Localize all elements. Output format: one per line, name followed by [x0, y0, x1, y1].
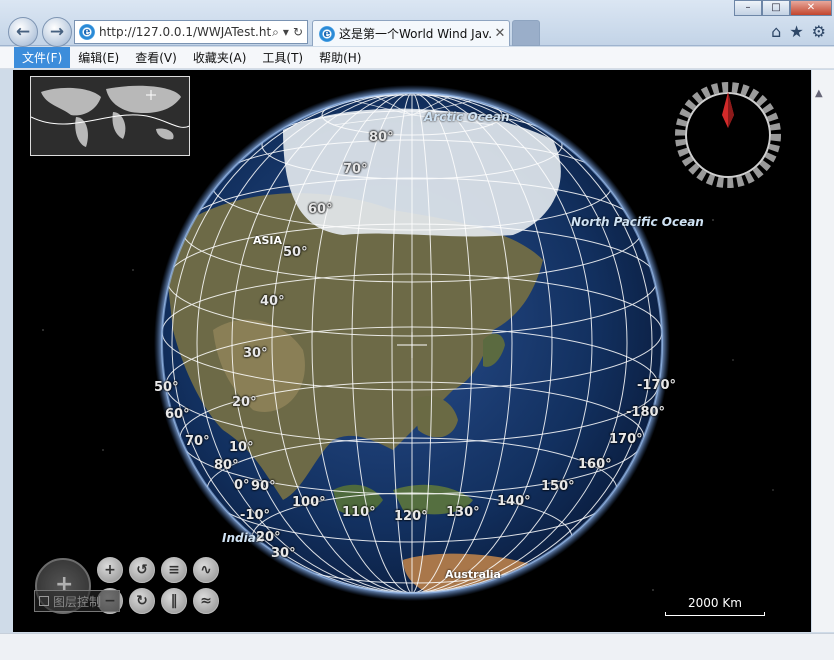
- menu-bar: 文件(F) 编辑(E) 查看(V) 收藏夹(A) 工具(T) 帮助(H): [0, 47, 834, 69]
- address-bar[interactable]: e http://127.0.0.1/WWJATest.ht ⌕ ▾ ↻: [74, 20, 308, 44]
- lon-label: 160°: [578, 457, 612, 472]
- scale-bar: 2000 Km: [663, 596, 767, 616]
- north-pacific-label: North Pacific Ocean: [571, 215, 704, 229]
- maximize-button[interactable]: □: [762, 0, 790, 16]
- dropdown-icon[interactable]: ▾: [283, 25, 289, 40]
- browser-chrome: ← → e http://127.0.0.1/WWJATest.ht ⌕ ▾ ↻…: [0, 0, 834, 47]
- australia-label: Australia: [445, 568, 501, 581]
- search-icon[interactable]: ⌕: [272, 25, 279, 40]
- lon-label: 60°: [165, 407, 190, 422]
- scroll-up-icon[interactable]: ▲: [815, 88, 823, 99]
- zoom-in-icon: +: [104, 562, 116, 578]
- lon-label: 170°: [609, 432, 643, 447]
- lon-label: 80°: [214, 458, 239, 473]
- lat-label: 10°: [229, 440, 254, 455]
- lon-label: 100°: [292, 495, 326, 510]
- tab-close-icon[interactable]: ✕: [491, 26, 509, 41]
- window-controls: – □ ✕: [734, 0, 832, 16]
- tilt-icon: ≡: [168, 562, 180, 578]
- tab-title: 这是第一个World Wind Jav...: [339, 27, 491, 41]
- address-text[interactable]: http://127.0.0.1/WWJATest.ht: [99, 25, 272, 39]
- lon-label: 50°: [154, 380, 179, 395]
- world-minimap: [31, 77, 189, 155]
- zoom-in-button[interactable]: +: [97, 557, 123, 583]
- lat-label: 60°: [308, 202, 333, 217]
- home-icon[interactable]: ⌂: [771, 22, 781, 41]
- refresh-icon[interactable]: ↻: [293, 25, 303, 40]
- lat-label: 80°: [369, 130, 394, 145]
- menu-file[interactable]: 文件(F): [14, 47, 71, 68]
- lon-label: 150°: [541, 479, 575, 494]
- scale-line: [665, 612, 765, 616]
- scale-label: 2000 Km: [688, 596, 742, 610]
- forward-icon: →: [49, 22, 65, 42]
- back-button[interactable]: ←: [8, 17, 38, 47]
- vertical-scrollbar[interactable]: ▲: [812, 70, 834, 632]
- lon-label: 70°: [185, 434, 210, 449]
- close-button[interactable]: ✕: [790, 0, 832, 16]
- rotate-right-icon: ↻: [136, 593, 148, 609]
- forward-button[interactable]: →: [42, 17, 72, 47]
- new-tab-button[interactable]: [512, 20, 540, 46]
- menu-help[interactable]: 帮助(H): [311, 47, 369, 68]
- menu-favorites[interactable]: 收藏夹(A): [185, 47, 255, 68]
- browser-tab[interactable]: e 这是第一个World Wind Jav... ✕: [312, 20, 510, 46]
- rotate-left-icon: ↺: [136, 562, 148, 578]
- menu-view[interactable]: 查看(V): [127, 47, 185, 68]
- back-icon: ←: [15, 22, 31, 42]
- asia-label: ASIA: [253, 234, 283, 247]
- minimize-button[interactable]: –: [734, 0, 762, 16]
- ie-logo-icon: e: [79, 24, 95, 40]
- rotate-right-button[interactable]: ↻: [129, 588, 155, 614]
- lon-label: 140°: [497, 494, 531, 509]
- lat-label: 0°: [234, 478, 250, 493]
- settings-icon[interactable]: ⚙: [812, 22, 826, 41]
- lon-label: 110°: [342, 505, 376, 520]
- lon-label: -170°: [637, 378, 677, 393]
- tilt-down-button[interactable]: ‖: [161, 588, 187, 614]
- tilt-down-icon: ‖: [170, 593, 178, 609]
- lon-label: 90°: [251, 479, 276, 494]
- lat-label: 20°: [232, 395, 257, 410]
- lat-label: 40°: [260, 294, 285, 309]
- layer-control[interactable]: 图层控制: [34, 590, 120, 612]
- lon-label: 120°: [394, 509, 428, 524]
- exaggeration-down-button[interactable]: ≈: [193, 588, 219, 614]
- favorites-icon[interactable]: ★: [789, 22, 803, 41]
- vertical-exaggeration-icon: ∿: [200, 562, 212, 578]
- menu-tools[interactable]: 工具(T): [254, 47, 311, 68]
- world-wind-viewer[interactable]: Arctic Ocean North Pacific Ocean Indian …: [13, 70, 811, 632]
- menu-edit[interactable]: 编辑(E): [70, 47, 127, 68]
- arctic-ocean-label: Arctic Ocean: [424, 110, 510, 124]
- lon-label: -180°: [626, 405, 666, 420]
- lat-label: 30°: [271, 546, 296, 561]
- rotate-left-button[interactable]: ↺: [129, 557, 155, 583]
- status-bar: [0, 633, 834, 660]
- tilt-up-button[interactable]: ≡: [161, 557, 187, 583]
- lon-label: 130°: [446, 505, 480, 520]
- lat-label: 50°: [283, 245, 308, 260]
- lat-label: 70°: [343, 162, 368, 177]
- lat-label: 30°: [243, 346, 268, 361]
- vertical-exaggeration-down-icon: ≈: [200, 593, 212, 609]
- lat-label: -10°: [240, 508, 270, 523]
- overview-map[interactable]: [30, 76, 190, 156]
- compass-icon[interactable]: [673, 80, 783, 190]
- layer-control-label: 图层控制: [53, 594, 102, 609]
- lat-label: 20°: [256, 530, 281, 545]
- exaggeration-up-button[interactable]: ∿: [193, 557, 219, 583]
- tab-ie-icon: e: [319, 25, 335, 42]
- layer-checkbox[interactable]: [39, 596, 49, 606]
